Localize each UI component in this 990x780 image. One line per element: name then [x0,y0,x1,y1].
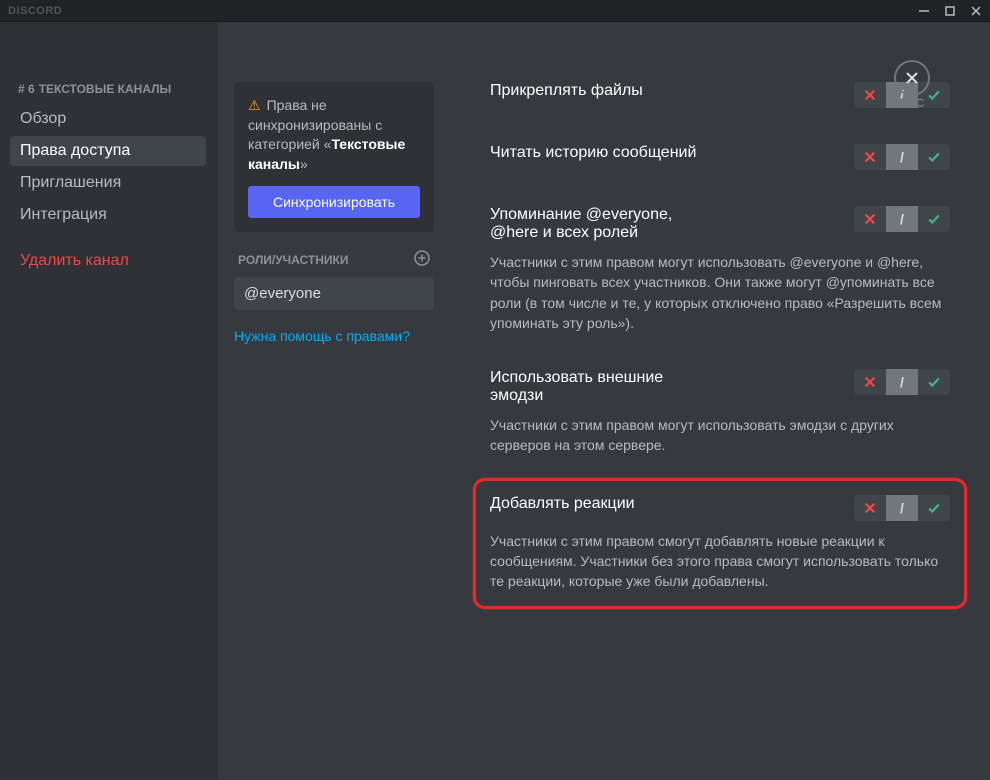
toggle-deny[interactable] [854,144,886,170]
permission-read-history: Читать историю сообщений / [490,144,950,170]
permission-mention-everyone: Упоминание @everyone, @here и всех ролей… [490,206,950,333]
sync-notice-text: ⚠Права не синхронизированы с категорией … [248,96,420,174]
role-item-everyone[interactable]: @everyone [234,277,434,310]
maximize-button[interactable] [944,5,956,17]
sync-button[interactable]: Синхронизировать [248,186,420,218]
close-settings-button[interactable] [894,60,930,96]
sidebar-item-overview[interactable]: Обзор [10,104,206,134]
permission-toggle: / [854,144,950,170]
permission-description: Участники с этим правом смогут добавлять… [490,531,950,592]
titlebar: DISCORD [0,0,990,22]
permission-add-reactions: Добавлять реакции / Участники с этим право… [473,478,967,609]
close-settings: ESC [872,60,952,110]
toggle-allow[interactable] [918,369,950,395]
sidebar-item-delete-channel[interactable]: Удалить канал [10,246,206,276]
app-content: # 6 ТЕКСТОВЫЕ КАНАЛЫ Обзор Права доступа… [0,22,990,780]
toggle-allow[interactable] [918,144,950,170]
toggle-deny[interactable] [854,206,886,232]
permission-external-emoji: Использовать внешние эмодзи / Участники с … [490,369,950,456]
toggle-deny[interactable] [854,495,886,521]
sync-notice: ⚠Права не синхронизированы с категорией … [234,82,434,232]
sidebar-header-label: ТЕКСТОВЫЕ КАНАЛЫ [39,82,172,96]
close-settings-label: ESC [900,96,925,110]
app-logo: DISCORD [8,5,62,17]
permission-title: Упоминание @everyone, @here и всех ролей [490,206,720,242]
warning-icon: ⚠ [248,97,261,113]
roles-column: ⚠Права не синхронизированы с категорией … [218,22,450,780]
permission-title: Читать историю сообщений [490,144,696,162]
window-controls [918,5,982,17]
sidebar-item-invites[interactable]: Приглашения [10,168,206,198]
permission-toggle: / [854,369,950,395]
permission-title: Добавлять реакции [490,495,635,513]
roles-header: РОЛИ/УЧАСТНИКИ [234,250,434,269]
settings-sidebar: # 6 ТЕКСТОВЫЕ КАНАЛЫ Обзор Права доступа… [0,22,218,780]
permission-title: Прикреплять файлы [490,82,643,100]
permission-toggle: / [854,206,950,232]
permission-description: Участники с этим правом могут использова… [490,415,950,456]
permission-toggle: / [854,495,950,521]
toggle-neutral[interactable]: / [886,495,918,521]
sidebar-item-permissions[interactable]: Права доступа [10,136,206,166]
add-role-icon[interactable] [414,250,430,269]
close-window-button[interactable] [970,5,982,17]
sidebar-item-integrations[interactable]: Интеграция [10,200,206,230]
toggle-allow[interactable] [918,495,950,521]
minimize-button[interactable] [918,5,930,17]
toggle-neutral[interactable]: / [886,369,918,395]
toggle-neutral[interactable]: / [886,144,918,170]
permission-title: Использовать внешние эмодзи [490,369,720,405]
toggle-allow[interactable] [918,206,950,232]
toggle-neutral[interactable]: / [886,206,918,232]
permissions-help-link[interactable]: Нужна помощь с правами? [234,328,434,344]
sidebar-header: # 6 ТЕКСТОВЫЕ КАНАЛЫ [10,82,206,96]
roles-header-label: РОЛИ/УЧАСТНИКИ [238,253,348,267]
toggle-deny[interactable] [854,369,886,395]
permission-description: Участники с этим правом могут использова… [490,252,950,333]
hash-icon: # 6 [18,82,35,96]
permissions-panel: Прикреплять файлы/Читать историю сообщен… [450,22,990,780]
